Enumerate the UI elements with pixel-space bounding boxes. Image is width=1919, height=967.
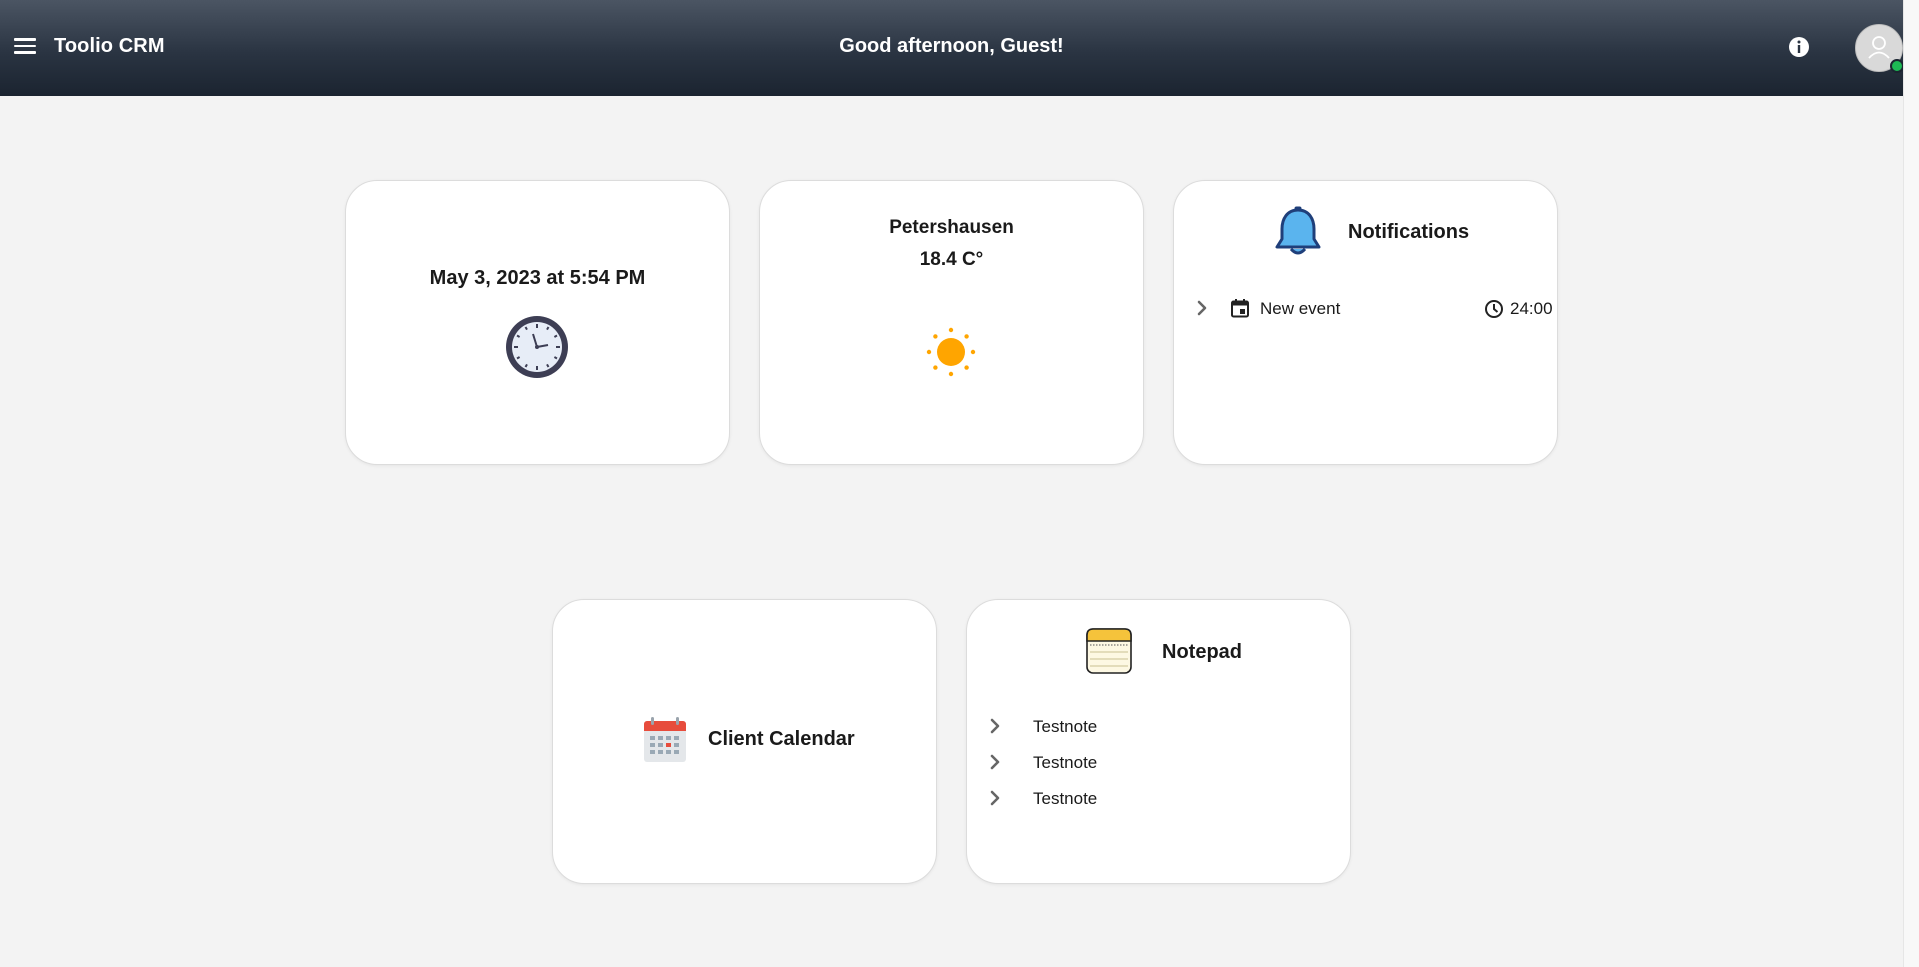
calendar-icon <box>644 717 686 762</box>
user-avatar-button[interactable] <box>1855 24 1904 73</box>
notifications-card: Notifications New event 24:00 <box>1173 180 1558 465</box>
bell-icon <box>1275 206 1321 255</box>
chevron-right-icon[interactable] <box>985 752 1005 772</box>
note-item[interactable]: Testnote <box>985 711 1315 741</box>
notifications-title: Notifications <box>1348 221 1470 243</box>
notification-time: 24:00 <box>1510 299 1553 318</box>
page-scrollbar[interactable] <box>1903 0 1919 967</box>
notification-label: New event <box>1260 299 1341 318</box>
online-status-dot <box>1890 59 1904 73</box>
client-calendar-card[interactable]: Client Calendar <box>552 599 937 884</box>
clock-icon <box>1485 300 1503 318</box>
datetime-card: May 3, 2023 at 5:54 PM <box>345 180 730 465</box>
note-item[interactable]: Testnote <box>985 747 1315 777</box>
notepad-title: Notepad <box>1162 641 1242 663</box>
notification-item[interactable]: New event 24:00 <box>1192 293 1553 323</box>
note-label: Testnote <box>1033 789 1098 808</box>
note-item[interactable]: Testnote <box>985 783 1315 813</box>
chevron-right-icon[interactable] <box>985 788 1005 808</box>
info-icon[interactable] <box>1787 35 1811 59</box>
weather-card: Petershausen 18.4 C° <box>759 180 1144 465</box>
greeting-text: Good afternoon, Guest! <box>839 35 1064 57</box>
client-calendar-label: Client Calendar <box>708 728 855 750</box>
chevron-right-icon[interactable] <box>1192 298 1212 318</box>
top-app-bar: Toolio CRM Good afternoon, Guest! <box>0 0 1904 96</box>
weather-temperature: 18.4 C° <box>919 249 984 270</box>
notepad-card: Notepad Testnote Testnote Testnote <box>966 599 1351 884</box>
clock-icon <box>506 316 568 378</box>
notepad-icon <box>1086 628 1132 674</box>
sun-icon <box>926 327 976 377</box>
calendar-event-icon <box>1231 299 1249 318</box>
current-datetime: May 3, 2023 at 5:54 PM <box>429 267 646 289</box>
note-label: Testnote <box>1033 717 1098 736</box>
weather-city: Petershausen <box>889 217 1014 238</box>
note-label: Testnote <box>1033 753 1098 772</box>
chevron-right-icon[interactable] <box>985 716 1005 736</box>
